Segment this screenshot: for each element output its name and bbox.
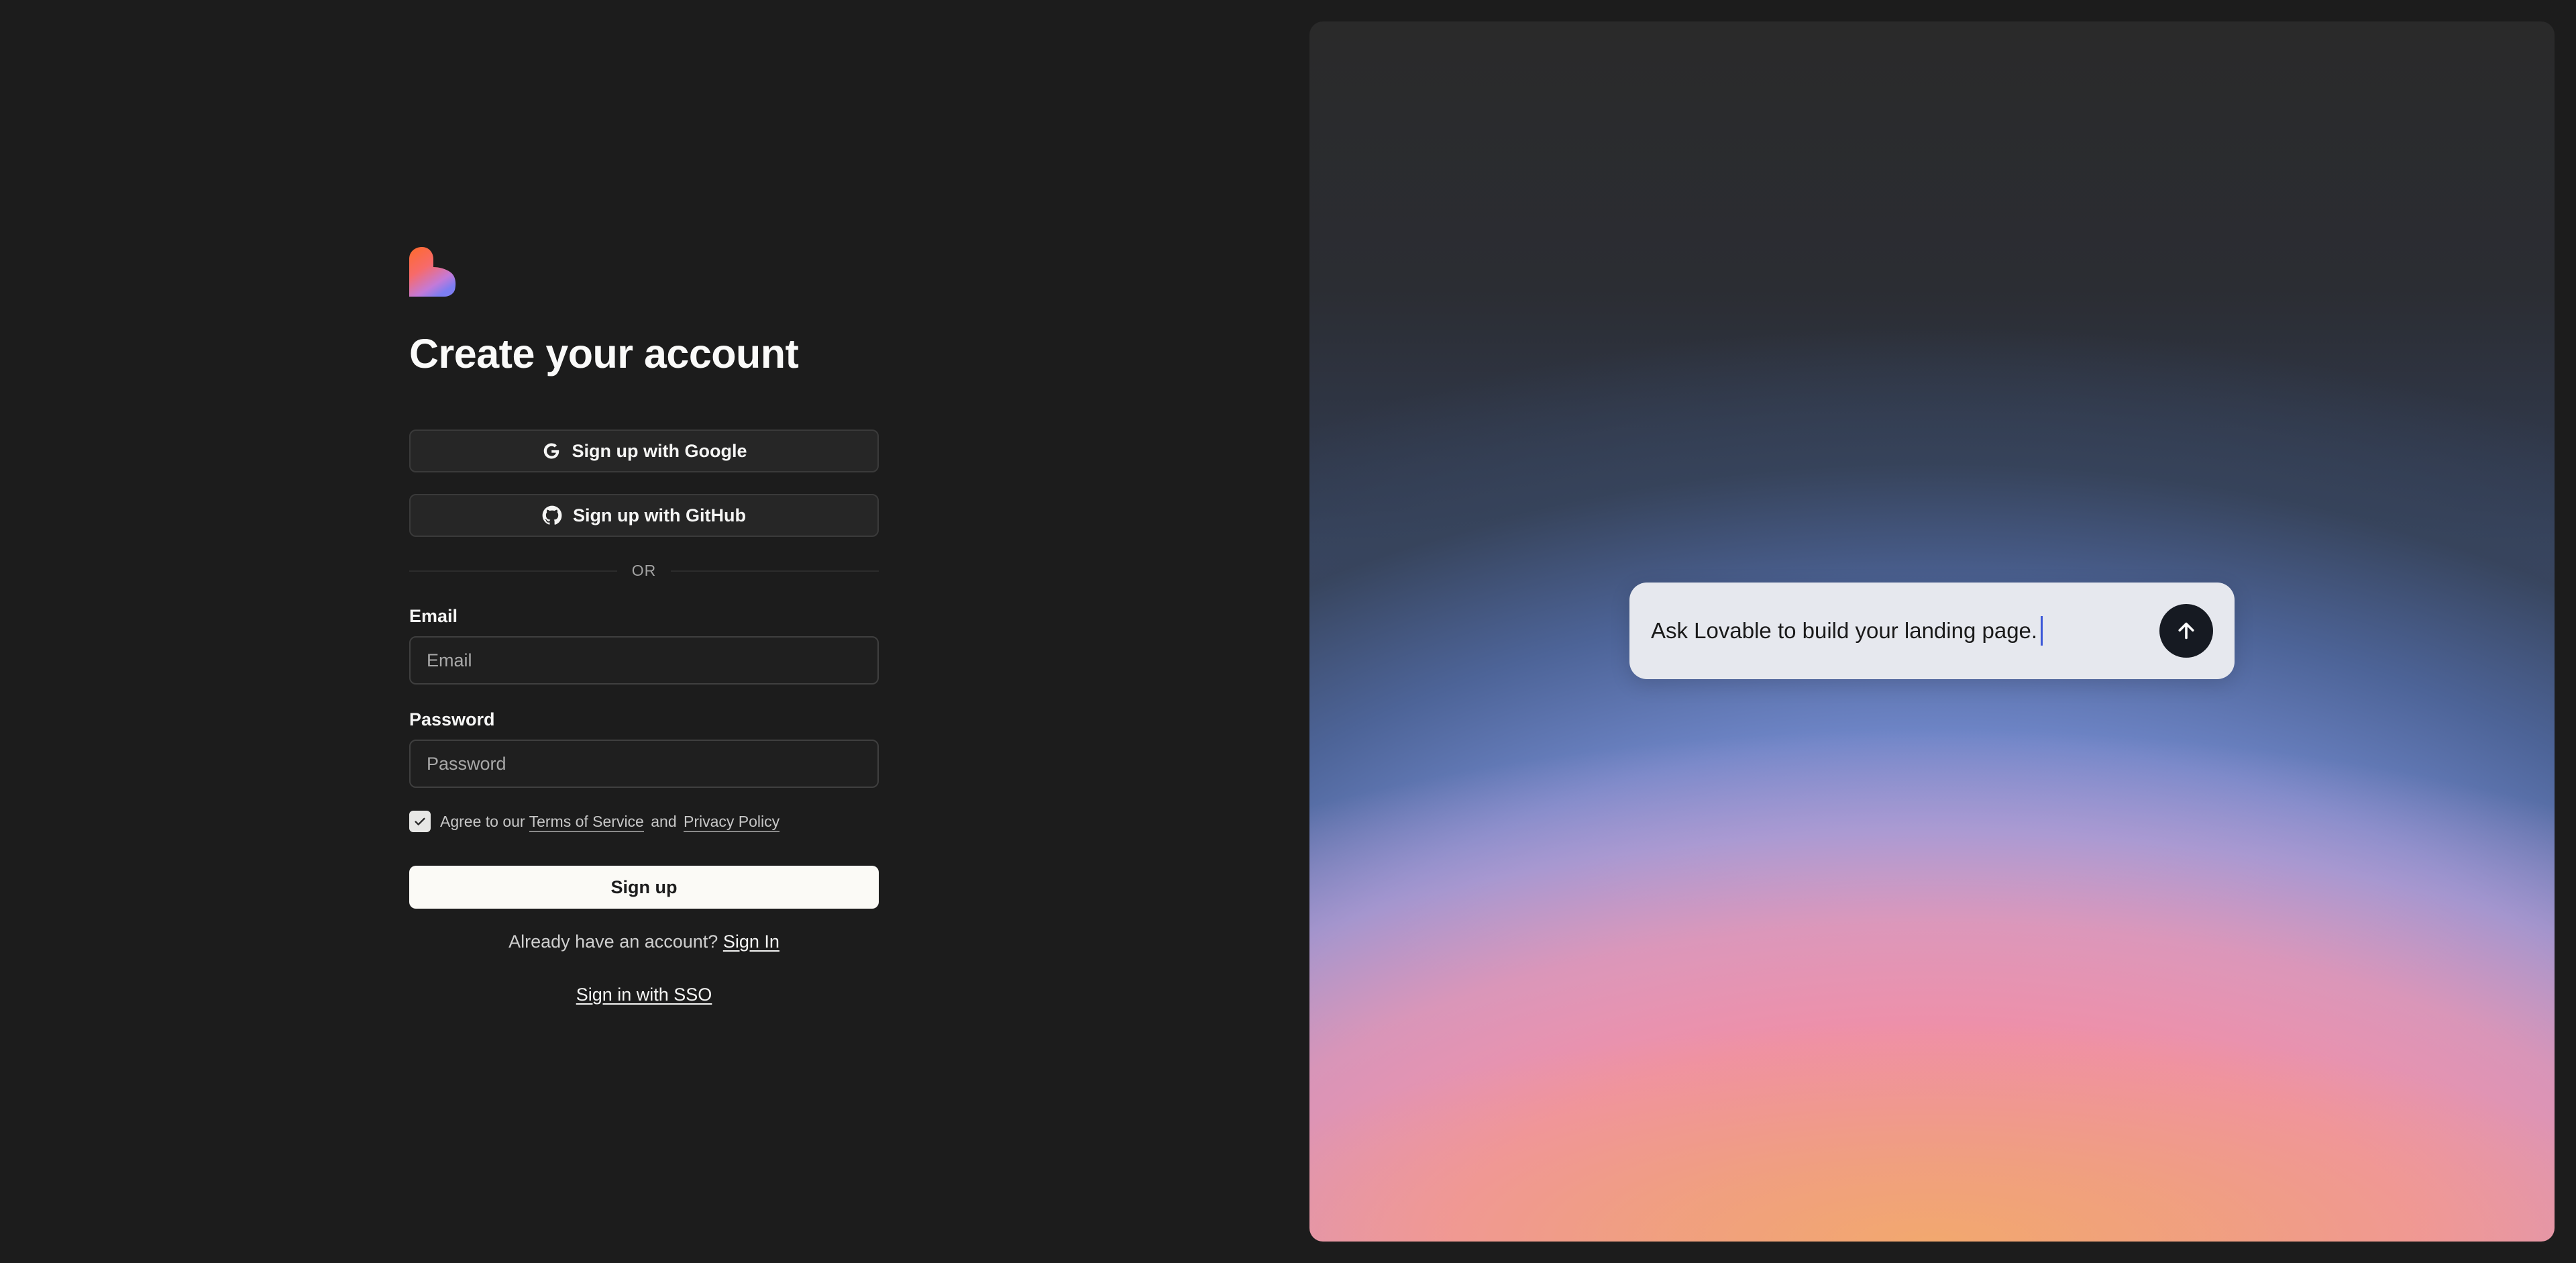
terms-of-service-link[interactable]: Terms of Service [529, 812, 644, 832]
agree-prefix: Agree to our [440, 812, 525, 830]
check-icon [415, 817, 425, 825]
lovable-logo-icon [409, 247, 456, 297]
send-button[interactable] [2159, 604, 2213, 658]
prompt-text: Ask Lovable to build your landing page. [1651, 618, 2038, 643]
github-signup-label: Sign up with GitHub [573, 505, 746, 525]
have-account-text: Already have an account? [508, 931, 718, 952]
github-signup-button[interactable]: Sign up with GitHub [409, 494, 879, 538]
terms-checkbox[interactable] [409, 811, 431, 833]
prompt-box[interactable]: Ask Lovable to build your landing page. [1629, 583, 2235, 679]
google-signup-label: Sign up with Google [572, 440, 747, 461]
sign-in-link[interactable]: Sign In [723, 931, 780, 952]
password-field[interactable] [409, 740, 879, 789]
github-icon [542, 505, 562, 525]
agree-and: and [651, 812, 677, 830]
email-field[interactable] [409, 636, 879, 685]
terms-agreement: Agree to our Terms of Service and Privac… [409, 811, 879, 833]
arrow-up-icon [2178, 622, 2194, 640]
or-divider: OR [409, 560, 879, 581]
text-caret [2041, 616, 2043, 646]
sso-sign-in-link[interactable]: Sign in with SSO [576, 984, 712, 1005]
hero-gradient-panel: Ask Lovable to build your landing page. [1309, 21, 2555, 1242]
divider-text: OR [616, 561, 672, 580]
signup-form: Create your account Sign up with Google … [409, 247, 879, 1005]
google-signup-button[interactable]: Sign up with Google [409, 430, 879, 473]
sso-row: Sign in with SSO [409, 984, 879, 1005]
sign-up-button[interactable]: Sign up [409, 866, 879, 909]
password-label: Password [409, 709, 495, 730]
signup-page: Create your account Sign up with Google … [0, 0, 2576, 1263]
have-account-row: Already have an account? Sign In [409, 931, 879, 952]
email-label: Email [409, 606, 458, 627]
page-title: Create your account [409, 331, 799, 376]
prompt-input[interactable]: Ask Lovable to build your landing page. [1651, 616, 2159, 646]
google-icon [543, 443, 559, 459]
privacy-policy-link[interactable]: Privacy Policy [684, 812, 780, 832]
